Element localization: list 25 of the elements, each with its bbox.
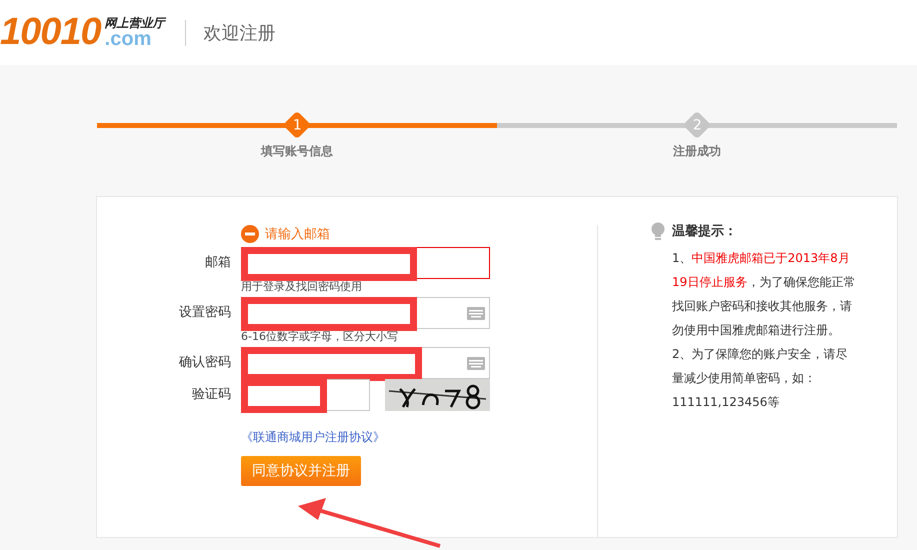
logo-tagline: 网上营业厅 xyxy=(104,16,165,28)
error-message: 请输入邮箱 xyxy=(265,226,330,243)
tips-title: 温馨提示： xyxy=(672,223,737,240)
error-icon xyxy=(241,225,259,243)
field-hint: 6-16位数字或字母，区分大小写 xyxy=(241,330,399,344)
step-label: 注册成功 xyxy=(673,143,721,160)
logo-number: 10010 xyxy=(0,11,101,54)
password-field[interactable] xyxy=(241,347,490,379)
lightbulb-icon xyxy=(650,222,666,240)
captcha-field[interactable] xyxy=(241,379,370,411)
field-hint: 用于登录及找回密码使用 xyxy=(241,280,363,294)
step-label: 填写账号信息 xyxy=(261,143,333,160)
tip-text: 1、中国雅虎邮箱已于2013年8月19日停止服务，为了确保您能正常找回账户密码和接收其他服务，请勿使用中国雅虎邮箱进行注册。 xyxy=(672,250,856,339)
keyboard-icon xyxy=(467,356,485,370)
field-label: 验证码 xyxy=(191,386,231,404)
field-label: 设置密码 xyxy=(178,304,231,322)
input-field[interactable] xyxy=(241,247,490,279)
field-label: 邮箱 xyxy=(204,254,231,272)
agreement-link[interactable]: 《联通商城用户注册协议》 xyxy=(241,429,385,446)
field-label: 确认密码 xyxy=(178,354,231,372)
tip-text: 2、为了保障您的账户安全，请尽量减少使用简单密码，如：111111,123456等 xyxy=(672,346,849,411)
page-title: 欢迎注册 xyxy=(204,22,276,44)
keyboard-icon xyxy=(467,306,485,320)
password-field[interactable] xyxy=(241,297,490,329)
logo-domain: .com xyxy=(104,28,152,48)
